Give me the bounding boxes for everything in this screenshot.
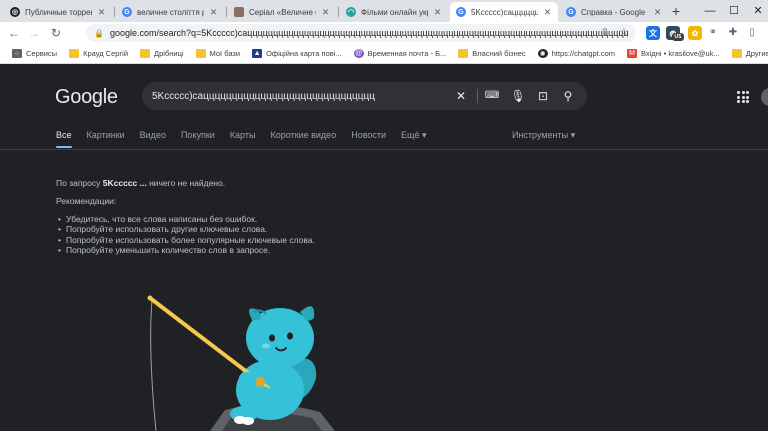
close-tab-icon[interactable]: ✕ xyxy=(321,7,330,18)
tab-shopping[interactable]: Покупки xyxy=(181,130,215,150)
chatgpt-icon: ✺ xyxy=(537,49,548,58)
browser-tab-3[interactable]: Серіал «Величне століття» ✕ xyxy=(228,2,336,22)
tab-separator xyxy=(338,7,339,17)
tab-more[interactable]: Ещё ▾ xyxy=(401,130,426,150)
bookmark-map[interactable]: ▲ Офіційна карта пові... xyxy=(246,45,348,63)
search-divider xyxy=(477,89,478,103)
extension-yellow-icon[interactable]: ✿ xyxy=(688,26,702,40)
google-favicon-icon: G xyxy=(122,7,132,17)
browser-tab-6[interactable]: G Справка - Google Chrome ✕ xyxy=(560,2,668,22)
tab-news[interactable]: Новости xyxy=(351,130,386,150)
keyboard-icon[interactable]: ⌨ xyxy=(484,88,500,104)
close-tab-icon[interactable]: ✕ xyxy=(653,7,662,18)
google-favicon-icon: G xyxy=(566,7,576,17)
microphone-icon[interactable]: 🎙 xyxy=(510,88,526,104)
folder-icon xyxy=(731,49,742,58)
list-item: Попробуйте использовать более популярные… xyxy=(56,235,315,245)
sidepanel-icon[interactable]: ▯ xyxy=(745,26,759,40)
no-results-query: 5Kccccc ... xyxy=(102,178,147,188)
header-divider xyxy=(0,149,768,150)
close-tab-icon[interactable]: ✕ xyxy=(433,7,442,18)
us-badge: US xyxy=(672,33,684,41)
at-icon: @ xyxy=(353,49,364,58)
bookmark-temp-mail[interactable]: @ Временная почта - Б... xyxy=(348,45,453,63)
tab-title: Справка - Google Chrome xyxy=(581,7,648,17)
grid-icon: ⁘ xyxy=(12,49,22,58)
tab-separator xyxy=(114,7,115,17)
search-nav-tabs: Все Картинки Видео Покупки Карты Коротки… xyxy=(56,130,441,150)
browser-tab-1[interactable]: ◎ Публичные торрент-трекеры ✕ xyxy=(4,2,112,22)
film-favicon-icon: ◠ xyxy=(346,7,356,17)
browser-tab-4[interactable]: ◠ Фільми онлайн українською ✕ xyxy=(340,2,448,22)
tab-all[interactable]: Все xyxy=(56,130,72,150)
tab-title: Серіал «Величне століття» xyxy=(249,7,316,17)
tab-maps[interactable]: Карты xyxy=(230,130,256,150)
bookmark-folder[interactable]: Крауд Сергій xyxy=(63,45,134,63)
tab-images[interactable]: Картинки xyxy=(87,130,125,150)
link-extension-icon[interactable]: ⚭ xyxy=(706,26,720,40)
tab-videos[interactable]: Видео xyxy=(140,130,166,150)
share-icon[interactable]: ⇪ xyxy=(598,26,612,40)
bookmark-folder[interactable]: Власний бізнес xyxy=(452,45,531,63)
series-favicon-icon xyxy=(234,7,244,17)
list-item: Убедитесь, что все слова написаны без ош… xyxy=(56,214,315,224)
gmail-icon: M xyxy=(627,49,638,58)
search-icon[interactable]: ⚲ xyxy=(560,88,576,104)
close-tab-icon[interactable]: ✕ xyxy=(209,7,218,18)
browser-toolbar: ← → ↻ 🔒 google.com/search?q=5Kccccc)сацц… xyxy=(0,22,768,44)
browser-tab-5-active[interactable]: G 5Kccccc)сацццццццццццц ✕ xyxy=(450,2,558,22)
torrent-favicon-icon: ◎ xyxy=(10,7,20,17)
translate-extension-icon[interactable]: 文 xyxy=(646,26,660,40)
bookmark-chatgpt[interactable]: ✺ https://chatgpt.com xyxy=(532,45,621,63)
bookmark-gmail[interactable]: M Вхідні • krasilove@uk... xyxy=(621,45,726,63)
folder-icon xyxy=(195,49,206,58)
folder-icon xyxy=(69,49,80,58)
search-input[interactable]: 5Kccccc)сацццццццццццццццццццццццццццццц xyxy=(152,91,452,102)
new-tab-button[interactable]: + xyxy=(668,3,684,19)
tab-strip: ◎ Публичные торрент-трекеры ✕ G величне … xyxy=(0,0,768,22)
search-box[interactable]: 5Kccccc)сацццццццццццццццццццццццццццццц… xyxy=(142,82,587,110)
map-icon: ▲ xyxy=(252,49,263,58)
folder-icon xyxy=(458,49,469,58)
list-item: Попробуйте использовать другие ключевые … xyxy=(56,224,315,234)
close-window-button[interactable]: ✕ xyxy=(748,3,768,19)
camera-lens-icon[interactable]: ⊡ xyxy=(535,88,551,104)
recommendations-title: Рекомендации: xyxy=(56,196,117,206)
url-text[interactable]: google.com/search?q=5Kccccc)сацццццццццц… xyxy=(110,28,628,38)
google-logo[interactable]: Google xyxy=(55,86,118,109)
lock-icon: 🔒 xyxy=(94,28,104,38)
bookmark-folder[interactable]: Дрібниці xyxy=(134,45,190,63)
recommendations-list: Убедитесь, что все слова написаны без ош… xyxy=(56,214,315,255)
puzzle-extensions-icon[interactable]: ✚ xyxy=(726,26,740,40)
bookmark-star-icon[interactable]: ☆ xyxy=(617,26,631,40)
address-bar[interactable]: 🔒 google.com/search?q=5Kccccc)сацццццццц… xyxy=(86,24,636,42)
browser-tab-2[interactable]: G величне століття роксолана ✕ xyxy=(116,2,224,22)
minimize-button[interactable]: — xyxy=(700,3,720,19)
maximize-button[interactable]: ☐ xyxy=(724,3,744,19)
folder-icon xyxy=(140,49,151,58)
reload-icon[interactable]: ↻ xyxy=(48,25,64,41)
close-tab-icon[interactable]: ✕ xyxy=(543,7,552,18)
tab-title: 5Kccccc)сацццццццццццц xyxy=(471,7,538,17)
bookmarks-bar: ⁘ Сервисы Крауд Сергій Дрібниці Мої бази… xyxy=(0,44,768,64)
google-apps-icon[interactable] xyxy=(737,91,749,103)
bookmark-folder[interactable]: Мої бази xyxy=(190,45,247,63)
tools-button[interactable]: Инструменты ▾ xyxy=(512,130,575,141)
fishing-mascot-illustration xyxy=(147,295,335,431)
clear-search-icon[interactable]: ✕ xyxy=(453,88,469,104)
back-arrow-icon[interactable]: ← xyxy=(6,25,22,41)
list-item: Попробуйте уменьшить количество слов в з… xyxy=(56,245,315,255)
google-favicon-icon: G xyxy=(456,7,466,17)
close-tab-icon[interactable]: ✕ xyxy=(97,7,106,18)
forward-arrow-icon[interactable]: → xyxy=(26,25,42,41)
bookmark-other[interactable]: Другие xyxy=(726,45,768,63)
tab-separator xyxy=(226,7,227,17)
tab-title: Фільми онлайн українською xyxy=(361,7,428,17)
avatar[interactable] xyxy=(761,88,768,106)
tab-short-videos[interactable]: Короткие видео xyxy=(270,130,336,150)
tab-title: Публичные торрент-трекеры xyxy=(25,7,92,17)
tab-title: величне століття роксолана xyxy=(137,7,204,17)
bookmark-services[interactable]: ⁘ Сервисы xyxy=(6,45,63,63)
no-results-message: По запросу 5Kccccc ... ничего не найдено… xyxy=(56,178,226,188)
